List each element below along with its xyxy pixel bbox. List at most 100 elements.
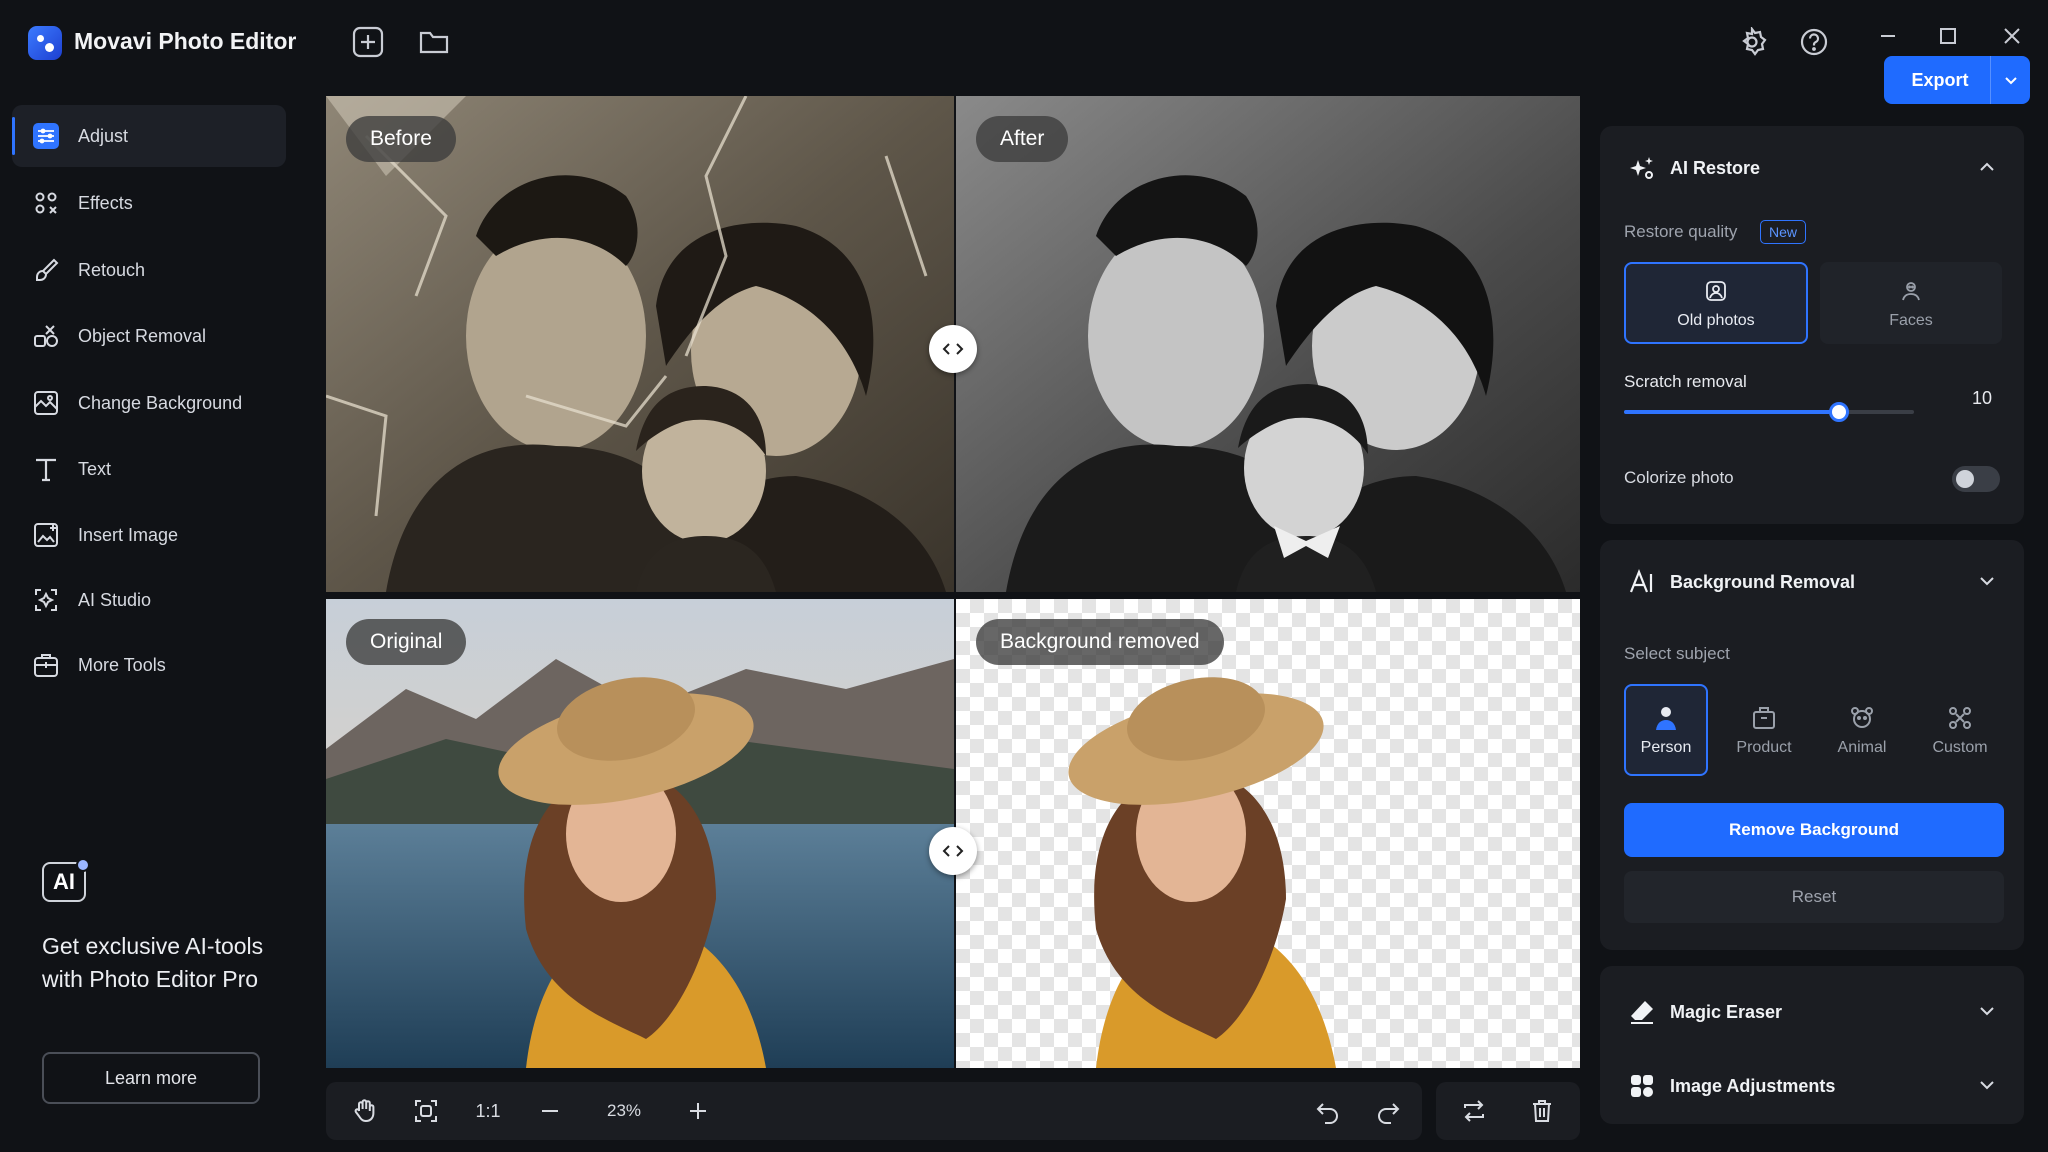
- export-button[interactable]: Export: [1884, 56, 2030, 104]
- sidebar-item-text[interactable]: Text: [12, 438, 286, 500]
- redo-button[interactable]: [1360, 1082, 1416, 1140]
- after-image[interactable]: After: [956, 96, 1580, 592]
- app-logo-icon: [28, 26, 62, 60]
- compare-slider-handle-top[interactable]: [929, 325, 977, 373]
- subject-custom[interactable]: Custom: [1916, 684, 2004, 776]
- sidebar-item-ai-studio[interactable]: AI Studio: [12, 569, 286, 631]
- sidebar-item-change-background[interactable]: Change Background: [12, 372, 286, 434]
- animal-icon: [1848, 703, 1876, 733]
- old-photo-restored: [956, 96, 1580, 592]
- maximize-icon: [1940, 28, 1956, 44]
- chevron-down-icon: [1980, 577, 1994, 586]
- sidebar-item-object-removal[interactable]: Object Removal: [12, 305, 286, 367]
- chevron-up-icon: [1980, 162, 1994, 171]
- reset-button[interactable]: Reset: [1624, 871, 2004, 923]
- scratch-removal-slider[interactable]: [1624, 402, 1914, 422]
- colorize-label: Colorize photo: [1624, 468, 1734, 487]
- export-label: Export: [1911, 69, 1969, 90]
- after-label: After: [976, 116, 1069, 162]
- magic-eraser-header[interactable]: Magic Eraser: [1628, 998, 1782, 1026]
- delete-button[interactable]: [1512, 1082, 1572, 1140]
- pan-tool-button[interactable]: [336, 1082, 392, 1140]
- background-removed-image[interactable]: Background removed: [956, 599, 1580, 1068]
- colorize-toggle[interactable]: [1952, 466, 2000, 492]
- fit-to-screen-button[interactable]: [398, 1082, 454, 1140]
- ai-restore-header[interactable]: AI Restore: [1628, 154, 1760, 182]
- original-label: Original: [346, 619, 467, 665]
- brush-icon: [32, 256, 60, 284]
- undo-button[interactable]: [1300, 1082, 1356, 1140]
- remove-background-button[interactable]: Remove Background: [1624, 803, 2004, 857]
- image-adjustments-header[interactable]: Image Adjustments: [1628, 1072, 1835, 1100]
- sidebar-item-label: Object Removal: [78, 325, 207, 346]
- background-removal-collapse-button[interactable]: [1976, 570, 1998, 592]
- subject-product[interactable]: Product: [1720, 684, 1808, 776]
- effects-icon: [32, 189, 60, 217]
- sidebar-item-label: Insert Image: [78, 524, 179, 545]
- subject-animal[interactable]: Animal: [1818, 684, 1906, 776]
- app-window: Movavi Photo Editor Export Adjust Effect…: [0, 0, 2048, 1152]
- woman-cutout-photo: [1068, 677, 1336, 1068]
- restore-option-faces[interactable]: Faces: [1820, 262, 2002, 344]
- sidebar-item-label: Retouch: [78, 259, 146, 280]
- sidebar-item-effects[interactable]: Effects: [12, 172, 286, 234]
- adjustments-icon: [1628, 1072, 1656, 1100]
- open-folder-button[interactable]: [416, 24, 452, 60]
- compare-slider-handle-bottom[interactable]: [929, 827, 977, 875]
- chevron-down-icon: [1980, 1081, 1994, 1090]
- promo-text: Get exclusive AI-tools with Photo Editor…: [42, 933, 264, 992]
- zoom-level[interactable]: 23%: [584, 1082, 664, 1140]
- minimize-button[interactable]: [1868, 18, 1908, 54]
- subject-label: Animal: [1837, 739, 1887, 756]
- sidebar-item-retouch[interactable]: Retouch: [12, 239, 286, 301]
- before-image[interactable]: Before: [326, 96, 954, 592]
- tools-card: Magic Eraser Image Adjustments: [1600, 966, 2024, 1124]
- sidebar-item-more-tools[interactable]: More Tools: [12, 634, 286, 696]
- background-removal-title: Background Removal: [1670, 571, 1856, 592]
- original-image[interactable]: Original: [326, 599, 954, 1068]
- custom-icon: [1946, 703, 1974, 733]
- old-photo-damaged: [326, 96, 954, 592]
- gear-icon: [1742, 27, 1767, 56]
- object-removal-icon: [32, 322, 60, 350]
- sidebar-item-label: AI Studio: [78, 589, 152, 610]
- more-tools-icon: [32, 651, 60, 679]
- option-label: Old photos: [1677, 312, 1755, 329]
- minimize-icon: [1881, 35, 1895, 37]
- canvas-toolbar: 1:1 23%: [326, 1082, 1422, 1140]
- person-icon: [1652, 703, 1680, 733]
- plus-square-icon: [352, 26, 384, 58]
- restore-option-old-photos[interactable]: Old photos: [1624, 262, 1808, 344]
- help-button[interactable]: [1796, 24, 1832, 60]
- old-photo-icon: [1704, 276, 1728, 306]
- image-adjustments-expand-button[interactable]: [1976, 1074, 1998, 1096]
- background-removed-label: Background removed: [976, 619, 1224, 665]
- new-project-button[interactable]: [350, 24, 386, 60]
- product-icon: [1750, 703, 1778, 733]
- settings-button[interactable]: [1734, 24, 1770, 60]
- ai-restore-collapse-button[interactable]: [1976, 156, 1998, 178]
- zoom-out-button[interactable]: [522, 1082, 578, 1140]
- magic-eraser-expand-button[interactable]: [1976, 1000, 1998, 1022]
- slider-thumb[interactable]: [1828, 402, 1849, 422]
- maximize-button[interactable]: [1928, 18, 1968, 54]
- subject-person[interactable]: Person: [1624, 684, 1708, 776]
- chevron-down-icon: [2004, 77, 2017, 85]
- hand-icon: [354, 1099, 375, 1123]
- zoom-in-button[interactable]: [670, 1082, 726, 1140]
- learn-more-button[interactable]: Learn more: [42, 1052, 260, 1104]
- image-adjustments-title: Image Adjustments: [1670, 1075, 1836, 1096]
- reset-changes-button[interactable]: [1444, 1082, 1504, 1140]
- export-dropdown-button[interactable]: [1990, 56, 2030, 104]
- before-label: Before: [346, 116, 456, 162]
- sidebar-item-insert-image[interactable]: Insert Image: [12, 504, 286, 566]
- background-removal-card: Background Removal Select subject Person…: [1600, 540, 2024, 950]
- close-icon: [2004, 28, 2020, 44]
- actual-size-button[interactable]: 1:1: [460, 1082, 516, 1140]
- background-removal-header[interactable]: Background Removal: [1628, 568, 1855, 596]
- text-icon: [32, 455, 60, 483]
- sidebar-item-adjust[interactable]: Adjust: [12, 105, 286, 167]
- minus-icon: [542, 1110, 558, 1112]
- sidebar-item-label: Adjust: [78, 125, 129, 146]
- close-button[interactable]: [1992, 18, 2032, 54]
